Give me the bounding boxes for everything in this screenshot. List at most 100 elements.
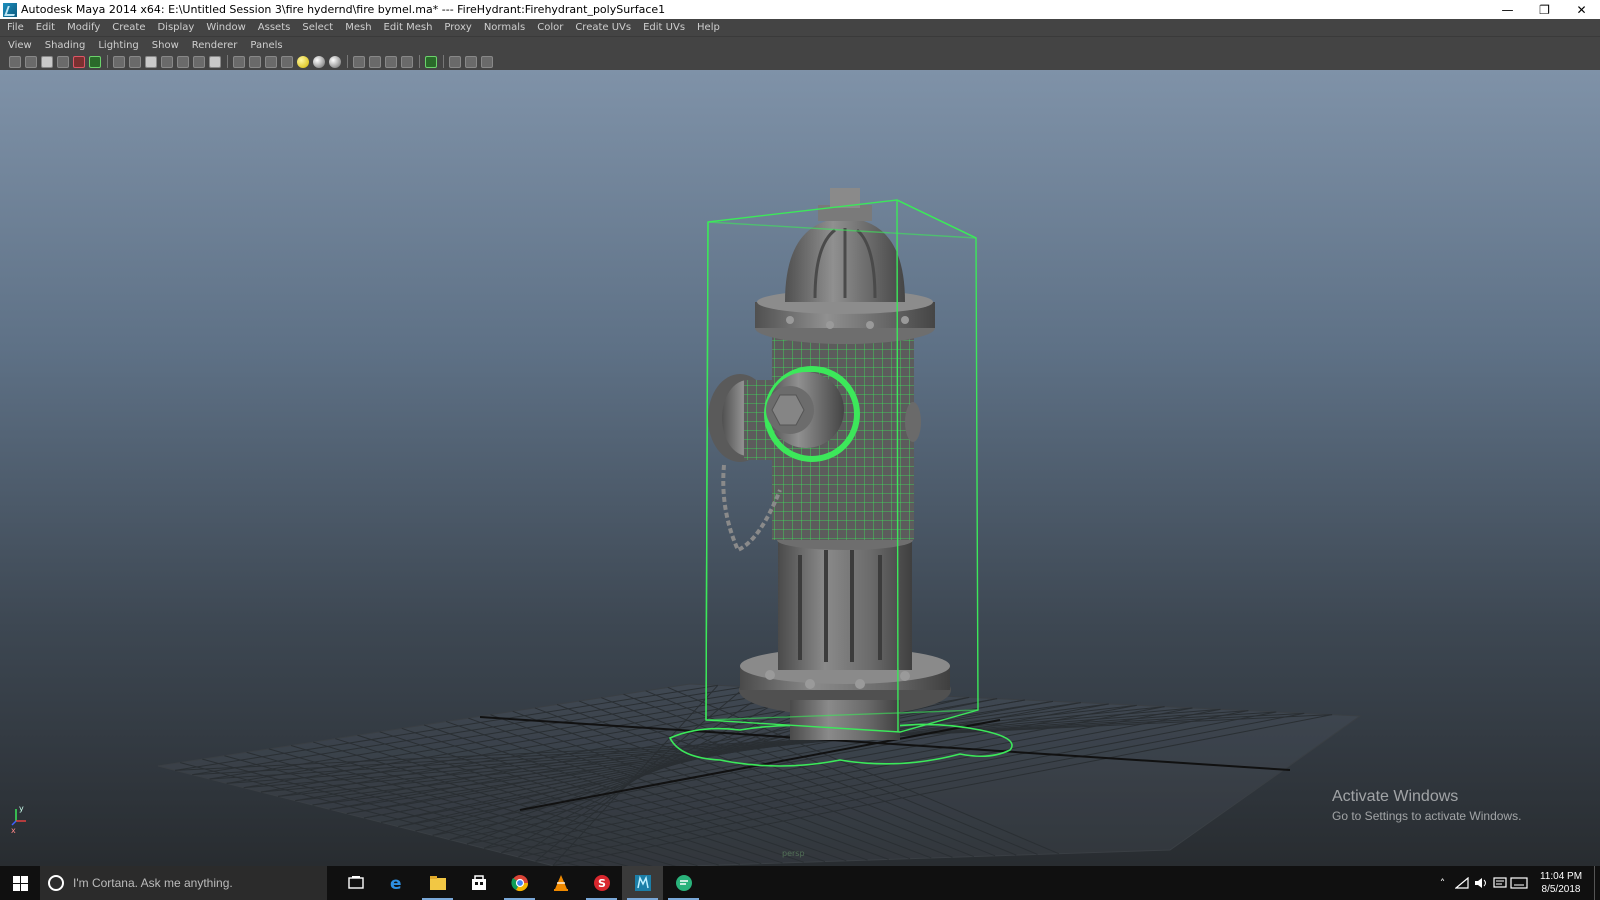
panel-menu-bar: View Shading Lighting Show Renderer Pane… (0, 37, 1600, 53)
watermark-subtitle: Go to Settings to activate Windows. (1332, 809, 1522, 823)
depth-of-field-icon[interactable] (401, 55, 413, 68)
axis-indicator: y x (10, 805, 30, 835)
windows-logo-icon (12, 875, 28, 891)
xray-active-icon[interactable] (465, 55, 477, 68)
panel-menu-shading[interactable]: Shading (45, 40, 86, 51)
menu-assets[interactable]: Assets (258, 22, 291, 33)
toolbar-separator (107, 55, 108, 68)
windows-taskbar: I'm Cortana. Ask me anything. e S ˄ 11:0… (0, 866, 1600, 900)
menu-window[interactable]: Window (206, 22, 245, 33)
2d-pan-zoom-icon[interactable] (89, 55, 101, 68)
app-red-icon[interactable]: S (581, 866, 622, 900)
system-tray: ˄ 11:04 PM 8/5/2018 (1433, 866, 1600, 900)
use-all-lights-icon[interactable] (297, 55, 309, 68)
menu-create-uvs[interactable]: Create UVs (575, 22, 631, 33)
clock-time: 11:04 PM (1539, 871, 1583, 882)
textured-icon[interactable] (281, 55, 293, 68)
start-button[interactable] (0, 866, 40, 900)
scene-canvas[interactable] (0, 70, 1600, 866)
axis-x-label: x (11, 826, 16, 835)
axis-y-label: y (19, 805, 24, 813)
menu-edit-uvs[interactable]: Edit UVs (643, 22, 685, 33)
shadows-icon[interactable] (313, 55, 325, 68)
menu-modify[interactable]: Modify (67, 22, 100, 33)
cortana-placeholder: I'm Cortana. Ask me anything. (73, 876, 233, 890)
menu-help[interactable]: Help (697, 22, 720, 33)
panel-toolbar (0, 53, 1600, 70)
activation-watermark: Activate Windows Go to Settings to activ… (1332, 788, 1521, 823)
isolate-select-icon[interactable] (425, 55, 437, 68)
minimize-button[interactable]: — (1489, 0, 1526, 19)
svg-text:S: S (598, 877, 606, 890)
file-explorer-icon[interactable] (417, 866, 458, 900)
menu-edit[interactable]: Edit (36, 22, 55, 33)
toolbar-separator (347, 55, 348, 68)
menu-create[interactable]: Create (112, 22, 145, 33)
panel-menu-lighting[interactable]: Lighting (98, 40, 138, 51)
panel-menu-view[interactable]: View (8, 40, 32, 51)
bookmarks-icon[interactable] (57, 55, 69, 68)
film-gate-icon[interactable] (129, 55, 141, 68)
restore-button[interactable]: ❐ (1526, 0, 1563, 19)
action-center-icon[interactable] (1490, 866, 1509, 900)
chrome-icon[interactable] (499, 866, 540, 900)
toolbar-separator (419, 55, 420, 68)
resolution-gate-icon[interactable] (145, 55, 157, 68)
chat-icon[interactable] (663, 866, 704, 900)
toolbar-separator (443, 55, 444, 68)
image-plane-icon[interactable] (73, 55, 85, 68)
maya-icon[interactable] (622, 866, 663, 900)
menu-mesh[interactable]: Mesh (345, 22, 371, 33)
fire-hydrant-model (708, 188, 951, 740)
wireframe-icon[interactable] (233, 55, 245, 68)
cortana-search-box[interactable]: I'm Cortana. Ask me anything. (40, 866, 327, 900)
taskbar-clock[interactable]: 11:04 PM 8/5/2018 (1532, 870, 1590, 896)
cortana-icon (48, 875, 64, 891)
share-view-icon[interactable] (481, 55, 493, 68)
menu-display[interactable]: Display (157, 22, 194, 33)
menu-color[interactable]: Color (537, 22, 563, 33)
menu-file[interactable]: File (7, 22, 24, 33)
menu-normals[interactable]: Normals (484, 22, 525, 33)
main-menu-bar: File Edit Modify Create Display Window A… (0, 19, 1600, 37)
edge-icon[interactable]: e (376, 866, 417, 900)
xray-joints-icon[interactable] (449, 55, 461, 68)
xray-icon[interactable] (329, 55, 341, 68)
show-hidden-icons-chevron-icon[interactable]: ˄ (1433, 866, 1452, 900)
store-icon[interactable] (458, 866, 499, 900)
camera-attributes-icon[interactable] (41, 55, 53, 68)
select-camera-icon[interactable] (9, 55, 21, 68)
field-chart-icon[interactable] (177, 55, 189, 68)
motion-blur-icon[interactable] (369, 55, 381, 68)
grid-toggle-icon[interactable] (113, 55, 125, 68)
panel-menu-panels[interactable]: Panels (250, 40, 282, 51)
menu-select[interactable]: Select (302, 22, 333, 33)
keyboard-icon[interactable] (1509, 866, 1528, 900)
lock-camera-icon[interactable] (25, 55, 37, 68)
taskbar-apps: e S (335, 866, 704, 900)
wireframe-on-shaded-icon[interactable] (265, 55, 277, 68)
screen-space-ao-icon[interactable] (353, 55, 365, 68)
clock-date: 8/5/2018 (1541, 884, 1581, 895)
gate-mask-icon[interactable] (161, 55, 173, 68)
anti-aliasing-icon[interactable] (385, 55, 397, 68)
maya-app-icon[interactable] (3, 2, 17, 17)
menu-edit-mesh[interactable]: Edit Mesh (384, 22, 433, 33)
watermark-title: Activate Windows (1332, 788, 1459, 805)
safe-action-icon[interactable] (193, 55, 205, 68)
safe-title-icon[interactable] (209, 55, 221, 68)
window-controls: — ❐ ✕ (1489, 0, 1600, 19)
menu-proxy[interactable]: Proxy (444, 22, 471, 33)
smooth-shade-icon[interactable] (249, 55, 261, 68)
network-icon[interactable] (1452, 866, 1471, 900)
show-desktop-button[interactable] (1594, 866, 1600, 900)
ground-grid (157, 683, 1362, 866)
volume-icon[interactable] (1471, 866, 1490, 900)
title-bar: Autodesk Maya 2014 x64: E:\Untitled Sess… (0, 0, 1600, 19)
panel-menu-show[interactable]: Show (152, 40, 179, 51)
vlc-icon[interactable] (540, 866, 581, 900)
close-button[interactable]: ✕ (1563, 0, 1600, 19)
task-view-icon[interactable] (335, 866, 376, 900)
panel-menu-renderer[interactable]: Renderer (192, 40, 238, 51)
perspective-viewport[interactable]: y x persp Activate Windows Go to Setting… (0, 70, 1600, 866)
